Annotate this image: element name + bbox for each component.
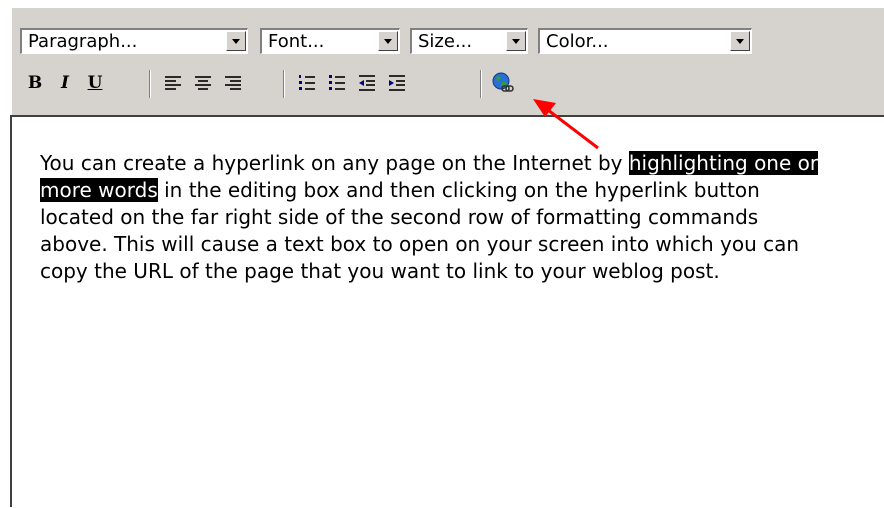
color-select[interactable]: Color... [538,28,752,54]
chevron-down-icon[interactable] [226,31,246,51]
align-right-icon [225,76,241,90]
editor-text-before: You can create a hyperlink on any page o… [40,151,629,175]
numbered-list-button[interactable] [292,66,322,100]
align-center-icon [195,76,211,90]
chevron-down-icon[interactable] [378,31,398,51]
hyperlink-button[interactable] [488,66,518,100]
size-select[interactable]: Size... [410,28,528,54]
outdent-button[interactable] [352,66,382,100]
align-left-icon [165,76,181,90]
outdent-icon [359,75,375,91]
editor-text: You can create a hyperlink on any page o… [40,150,830,285]
paragraph-select[interactable]: Paragraph... [20,28,248,54]
toolbar-separator [480,70,482,98]
bold-button[interactable]: B [20,66,50,100]
indent-button[interactable] [382,66,412,100]
indent-icon [389,75,405,91]
align-left-button[interactable] [158,66,188,100]
toolbar-separator [283,70,285,98]
underline-button[interactable]: U [80,66,110,100]
editing-box[interactable]: You can create a hyperlink on any page o… [10,115,884,507]
font-select-value: Font... [268,31,325,52]
color-select-value: Color... [546,31,609,52]
chevron-down-icon[interactable] [730,31,750,51]
chevron-down-icon[interactable] [506,31,526,51]
italic-button[interactable]: I [50,66,80,100]
align-center-button[interactable] [188,66,218,100]
bulleted-list-button[interactable] [322,66,352,100]
hyperlink-globe-icon [492,72,514,92]
toolbar-separator [149,70,151,98]
align-right-button[interactable] [218,66,248,100]
font-select[interactable]: Font... [260,28,400,54]
size-select-value: Size... [418,31,473,52]
numbered-list-icon [299,75,315,90]
bulleted-list-icon [329,75,345,90]
paragraph-select-value: Paragraph... [28,31,138,52]
